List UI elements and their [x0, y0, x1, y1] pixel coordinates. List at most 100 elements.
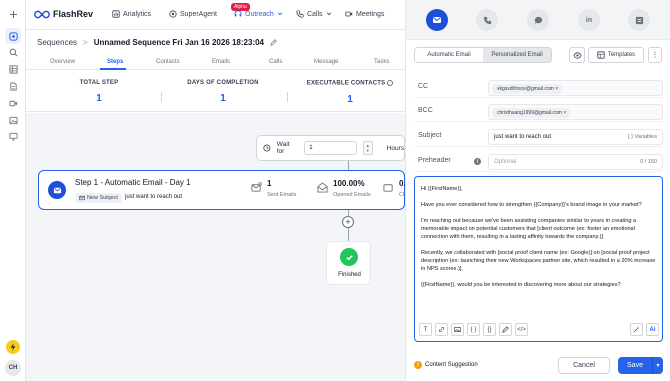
body-paragraph: I'm reaching out because we've been assi…	[421, 218, 637, 240]
text-format-icon[interactable]: T	[419, 323, 432, 336]
bcc-row: BCC christhuang1999@gmail.com ×	[414, 102, 663, 122]
bolt-icon[interactable]	[6, 340, 20, 354]
channel-linkedin[interactable]: in	[578, 9, 600, 31]
breadcrumb-sequences[interactable]: Sequences	[37, 38, 77, 47]
nav-meetings-label: Meetings	[356, 10, 385, 18]
tab-calls[interactable]: Calls	[269, 59, 282, 65]
nav-superagent[interactable]: SuperAgent	[169, 10, 217, 18]
mode-automatic[interactable]: Automatic Email	[415, 48, 483, 62]
bcc-field[interactable]: christhuang1999@gmail.com ×	[488, 104, 663, 120]
mode-personalized[interactable]: Personalized Email	[483, 48, 551, 62]
wait-input[interactable]: 1	[304, 141, 357, 155]
calls-icon	[296, 10, 304, 18]
chat-icon	[534, 16, 542, 24]
editor-toolbar: T { } {} </> Ai	[419, 323, 659, 337]
more-options-button[interactable]: ⋮	[648, 47, 662, 63]
templates-label: Templates	[607, 52, 636, 58]
stat-label: EXECUTABLE CONTACTS	[296, 80, 404, 87]
save-button[interactable]: Save ▾	[618, 357, 663, 374]
table-icon[interactable]	[5, 61, 21, 77]
plus-icon[interactable]	[5, 6, 21, 22]
image-icon[interactable]	[451, 323, 464, 336]
superagent-icon	[169, 10, 177, 18]
tab-tasks[interactable]: Tasks	[374, 59, 389, 65]
mail-icon	[79, 195, 85, 201]
ai-assist-icon[interactable]: Ai	[646, 323, 659, 336]
wait-block: Wait for 1 ▲ ▼ Hours	[256, 135, 405, 161]
search-icon[interactable]	[5, 44, 21, 60]
wait-stepper[interactable]: ▲ ▼	[362, 141, 373, 155]
content-suggestion-toggle[interactable]: ! Content Suggestion	[414, 361, 478, 369]
chevron-down-icon[interactable]: ▾	[652, 357, 663, 374]
channel-task[interactable]	[628, 9, 650, 31]
preview-button[interactable]	[569, 47, 585, 63]
cc-label: CC	[418, 83, 429, 90]
opened-mail-icon	[317, 182, 328, 193]
channel-phone[interactable]	[476, 9, 498, 31]
nav-calls[interactable]: Calls	[296, 10, 332, 18]
document-icon[interactable]	[5, 78, 21, 94]
magic-wand-icon[interactable]	[630, 323, 643, 336]
recipient-chip[interactable]: christhuang1999@gmail.com ×	[493, 108, 571, 118]
subject-value: just want to reach out	[494, 134, 552, 140]
nav-meetings[interactable]: Meetings	[345, 10, 384, 18]
stat-value: 1	[220, 93, 226, 104]
template-icon	[597, 51, 605, 59]
breadcrumb-separator: >	[83, 38, 88, 47]
tab-contacts[interactable]: Contacts	[156, 59, 180, 65]
link-icon[interactable]	[435, 323, 448, 336]
video-icon[interactable]	[5, 95, 21, 111]
step-card[interactable]: Step 1 - Automatic Email - Day 1 New Sub…	[38, 170, 410, 210]
subject-tag-label: New Subject	[87, 195, 118, 201]
page-title: Unnamed Sequence Fri Jan 16 2026 18:23:0…	[93, 38, 265, 47]
html-code-icon[interactable]: </>	[515, 323, 528, 336]
variables-button[interactable]: { } Variables	[628, 134, 657, 140]
variable-icon[interactable]: {}	[483, 323, 496, 336]
pen-icon[interactable]	[499, 323, 512, 336]
info-icon[interactable]	[387, 80, 394, 86]
templates-button[interactable]: Templates	[588, 47, 644, 63]
subject-row: Subject just want to reach out { } Varia…	[414, 127, 663, 147]
brand-logo[interactable]: FlashRev	[34, 9, 93, 19]
stat-label-text: EXECUTABLE CONTACTS	[306, 80, 386, 87]
image-icon[interactable]	[5, 112, 21, 128]
active-tab-indicator	[100, 68, 126, 70]
email-body-editor[interactable]: Hi {{FirstName}}, Have you ever consider…	[414, 176, 663, 342]
nav-analytics[interactable]: Analytics	[112, 10, 151, 18]
edit-icon[interactable]	[270, 39, 277, 46]
nav-outreach[interactable]: Outreach	[234, 10, 283, 18]
body-paragraph: Have you ever considered how to strength…	[421, 202, 642, 208]
flashrev-logo-icon	[34, 10, 50, 18]
add-step-button[interactable]: +	[342, 216, 354, 228]
save-label: Save	[627, 362, 643, 369]
channel-message[interactable]	[527, 9, 549, 31]
tab-steps[interactable]: Steps	[107, 59, 123, 65]
linkedin-icon: in	[585, 16, 593, 24]
nav-calls-label: Calls	[307, 10, 323, 18]
channel-email[interactable]	[426, 9, 448, 31]
subject-tag: New Subject	[75, 193, 122, 203]
preheader-field[interactable]: Optional 0 / 150	[488, 154, 663, 170]
monitor-icon[interactable]	[5, 128, 21, 144]
nav-outreach-label: Outreach	[245, 10, 274, 18]
content-suggestion-label: Content Suggestion	[425, 362, 478, 368]
cancel-button[interactable]: Cancel	[558, 357, 610, 374]
tab-overview[interactable]: Overview	[50, 59, 75, 65]
recipient-chip[interactable]: vkgsvdhhsce@gmail.com ×	[493, 84, 563, 94]
subject-field[interactable]: just want to reach out { } Variables	[488, 129, 663, 145]
sequence-icon[interactable]	[5, 28, 21, 44]
metric-opened: 100.00% Opened Emails	[317, 179, 371, 198]
avatar[interactable]: CH	[5, 360, 21, 376]
stat-total-step: TOTAL STEP 1	[49, 80, 149, 104]
cc-field[interactable]: vkgsvdhhsce@gmail.com ×	[488, 80, 663, 96]
email-body[interactable]: Hi {{FirstName}}, Have you ever consider…	[421, 185, 659, 297]
tab-message[interactable]: Message	[314, 59, 338, 65]
tab-emails[interactable]: Emails	[212, 59, 230, 65]
nav-superagent-label: SuperAgent	[180, 10, 217, 18]
cc-row: CC vkgsvdhhsce@gmail.com ×	[414, 78, 663, 98]
stat-label: DAYS OF COMPLETION	[187, 80, 259, 86]
panel-footer: ! Content Suggestion Cancel Save ▾	[406, 352, 670, 381]
wait-unit[interactable]: Hours	[387, 145, 404, 152]
code-block-icon[interactable]: { }	[467, 323, 480, 336]
info-icon[interactable]: i	[474, 158, 481, 165]
